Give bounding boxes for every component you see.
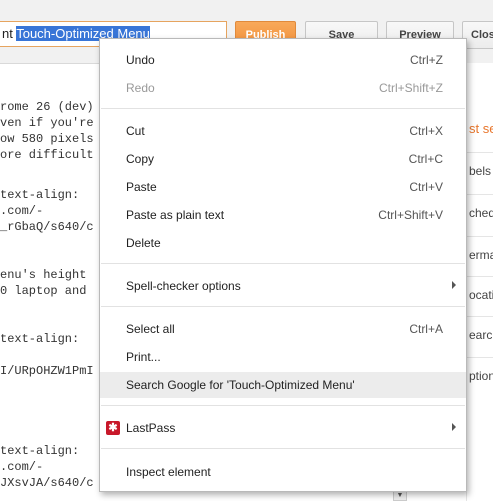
editor-code-line: text-align: [0, 444, 80, 458]
menu-item-label: Copy [126, 152, 155, 166]
settings-panel-divider [467, 152, 493, 153]
settings-panel-divider [467, 194, 493, 195]
settings-panel-item[interactable]: ched [469, 206, 493, 220]
menu-item-select-all[interactable]: Select all Ctrl+A [100, 316, 466, 342]
settings-panel-item[interactable]: ocati [469, 288, 493, 302]
menu-item-lastpass[interactable]: ✱ LastPass [100, 415, 466, 441]
menu-item-label: Print... [126, 350, 161, 364]
menu-item-shortcut: Ctrl+X [409, 124, 443, 138]
editor-code-line: ven if you're [0, 116, 94, 130]
menu-item-spell-checker[interactable]: Spell-checker options [100, 273, 466, 299]
menu-item-shortcut: Ctrl+V [409, 180, 443, 194]
menu-item-search-google[interactable]: Search Google for 'Touch-Optimized Menu' [100, 372, 466, 398]
menu-separator [101, 108, 465, 109]
menu-separator [101, 263, 465, 264]
title-text-unselected: nt [2, 26, 17, 41]
menu-item-shortcut: Ctrl+Z [410, 53, 443, 67]
settings-panel-item[interactable]: erma [469, 248, 493, 262]
menu-item-print[interactable]: Print... [100, 344, 466, 370]
settings-panel-divider [467, 276, 493, 277]
menu-item-cut[interactable]: Cut Ctrl+X [100, 118, 466, 144]
editor-code-line: _rGbaQ/s640/c [0, 220, 94, 234]
menu-item-label: Delete [126, 236, 161, 250]
menu-item-inspect-element[interactable]: Inspect element [100, 459, 466, 485]
editor-code-line: enu's height [0, 268, 87, 282]
menu-item-label: Paste [126, 180, 157, 194]
menu-separator [101, 405, 465, 406]
editor-code-line: I/URpOHZW1PmI [0, 364, 94, 378]
context-menu: Undo Ctrl+Z Redo Ctrl+Shift+Z Cut Ctrl+X… [99, 38, 467, 492]
menu-item-label: Inspect element [126, 465, 211, 479]
settings-panel-divider [467, 236, 493, 237]
lastpass-icon: ✱ [106, 421, 120, 435]
editor-code-line: .com/- [0, 460, 44, 474]
menu-item-label: Select all [126, 322, 175, 336]
editor-code-line: JXsvJA/s640/c [0, 476, 94, 490]
menu-separator [101, 448, 465, 449]
settings-panel-item[interactable]: st se [469, 121, 493, 136]
settings-panel-divider [467, 357, 493, 358]
menu-item-copy[interactable]: Copy Ctrl+C [100, 146, 466, 172]
menu-separator [101, 306, 465, 307]
menu-item-label: Redo [126, 81, 155, 95]
menu-item-redo: Redo Ctrl+Shift+Z [100, 75, 466, 101]
editor-code-line: .com/- [0, 204, 44, 218]
menu-item-label: Cut [126, 124, 145, 138]
menu-item-label: Spell-checker options [126, 279, 241, 293]
editor-code-line: text-align: [0, 332, 80, 346]
settings-panel-item[interactable]: earch [469, 328, 493, 342]
editor-code-line: ore difficult [0, 148, 94, 162]
submenu-arrow-icon [452, 281, 456, 289]
settings-panel-item[interactable]: ption [469, 369, 493, 383]
menu-item-delete[interactable]: Delete [100, 230, 466, 256]
menu-item-label: Paste as plain text [126, 208, 225, 222]
editor-code-line: 0 laptop and [0, 284, 87, 298]
menu-item-paste-plain-text[interactable]: Paste as plain text Ctrl+Shift+V [100, 202, 466, 228]
menu-item-label: Search Google for 'Touch-Optimized Menu' [126, 378, 355, 392]
menu-item-undo[interactable]: Undo Ctrl+Z [100, 47, 466, 73]
post-settings-panel: st se bels ched erma ocati earch ption [466, 63, 493, 501]
editor-code-line: ow 580 pixels [0, 132, 94, 146]
menu-item-shortcut: Ctrl+Shift+Z [378, 81, 443, 95]
menu-item-label: LastPass [126, 421, 176, 435]
menu-item-shortcut: Ctrl+A [409, 322, 443, 336]
settings-panel-item[interactable]: bels [469, 164, 491, 178]
menu-item-shortcut: Ctrl+Shift+V [378, 208, 443, 222]
submenu-arrow-icon [452, 423, 456, 431]
menu-item-paste[interactable]: Paste Ctrl+V [100, 174, 466, 200]
editor-code-line: text-align: [0, 188, 80, 202]
settings-panel-divider [467, 316, 493, 317]
menu-item-shortcut: Ctrl+C [408, 152, 443, 166]
editor-code-line: rome 26 (dev) [0, 100, 94, 114]
menu-item-label: Undo [126, 53, 155, 67]
html-editor[interactable]: rome 26 (dev) ven if you're ow 580 pixels o… [0, 92, 100, 501]
